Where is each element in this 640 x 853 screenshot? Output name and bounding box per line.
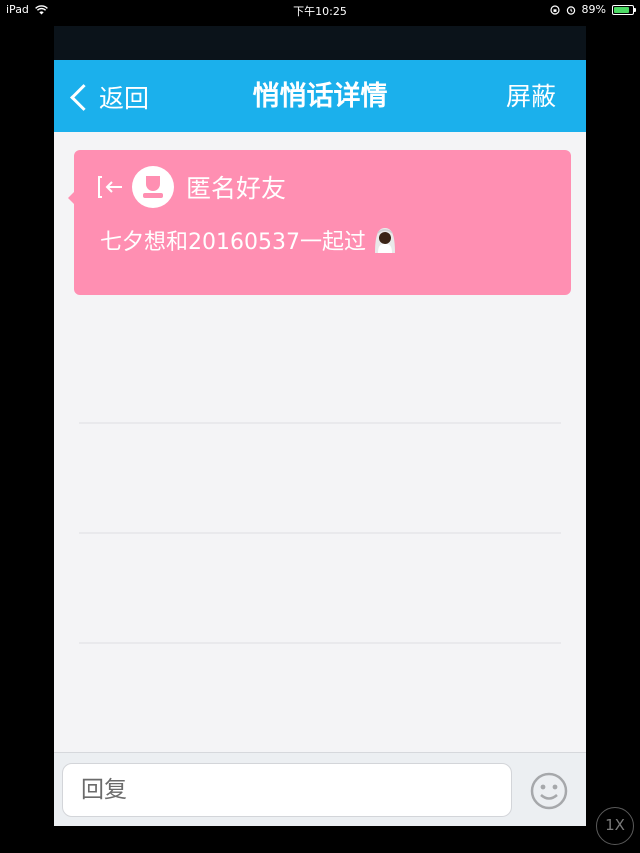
battery-icon	[612, 4, 636, 15]
message-text: 七夕想和20160537一起过	[100, 230, 366, 255]
status-right: 89%	[549, 3, 636, 16]
app-window: 返回 悄悄话详情 屏蔽 匿名好友 七夕想和20160537一起过	[54, 26, 586, 826]
exit-icon[interactable]	[96, 174, 126, 200]
status-bar: iPad 下午10:25 89%	[0, 0, 640, 20]
reply-input[interactable]	[62, 763, 512, 817]
block-button[interactable]: 屏蔽	[506, 80, 556, 114]
zoom-1x-button[interactable]: 1X	[596, 807, 634, 845]
divider	[79, 532, 561, 534]
battery-percent: 89%	[581, 3, 606, 16]
orientation-lock-icon	[549, 4, 560, 15]
divider	[79, 422, 561, 424]
sender-name: 匿名好友	[186, 174, 287, 203]
message-text-row: 七夕想和20160537一起过	[100, 224, 400, 256]
app-top-strip	[54, 26, 586, 60]
message-card[interactable]: 匿名好友 七夕想和20160537一起过	[68, 150, 571, 295]
emoji-icon[interactable]	[529, 771, 569, 811]
anonymous-avatar-icon	[132, 166, 174, 208]
divider	[79, 642, 561, 644]
navigation-bar: 返回 悄悄话详情 屏蔽	[54, 60, 586, 132]
reply-bar	[54, 752, 586, 826]
status-time: 下午10:25	[293, 5, 347, 18]
bride-with-veil-icon	[370, 225, 400, 255]
alarm-icon	[566, 5, 575, 15]
message-header: 匿名好友	[96, 166, 286, 208]
